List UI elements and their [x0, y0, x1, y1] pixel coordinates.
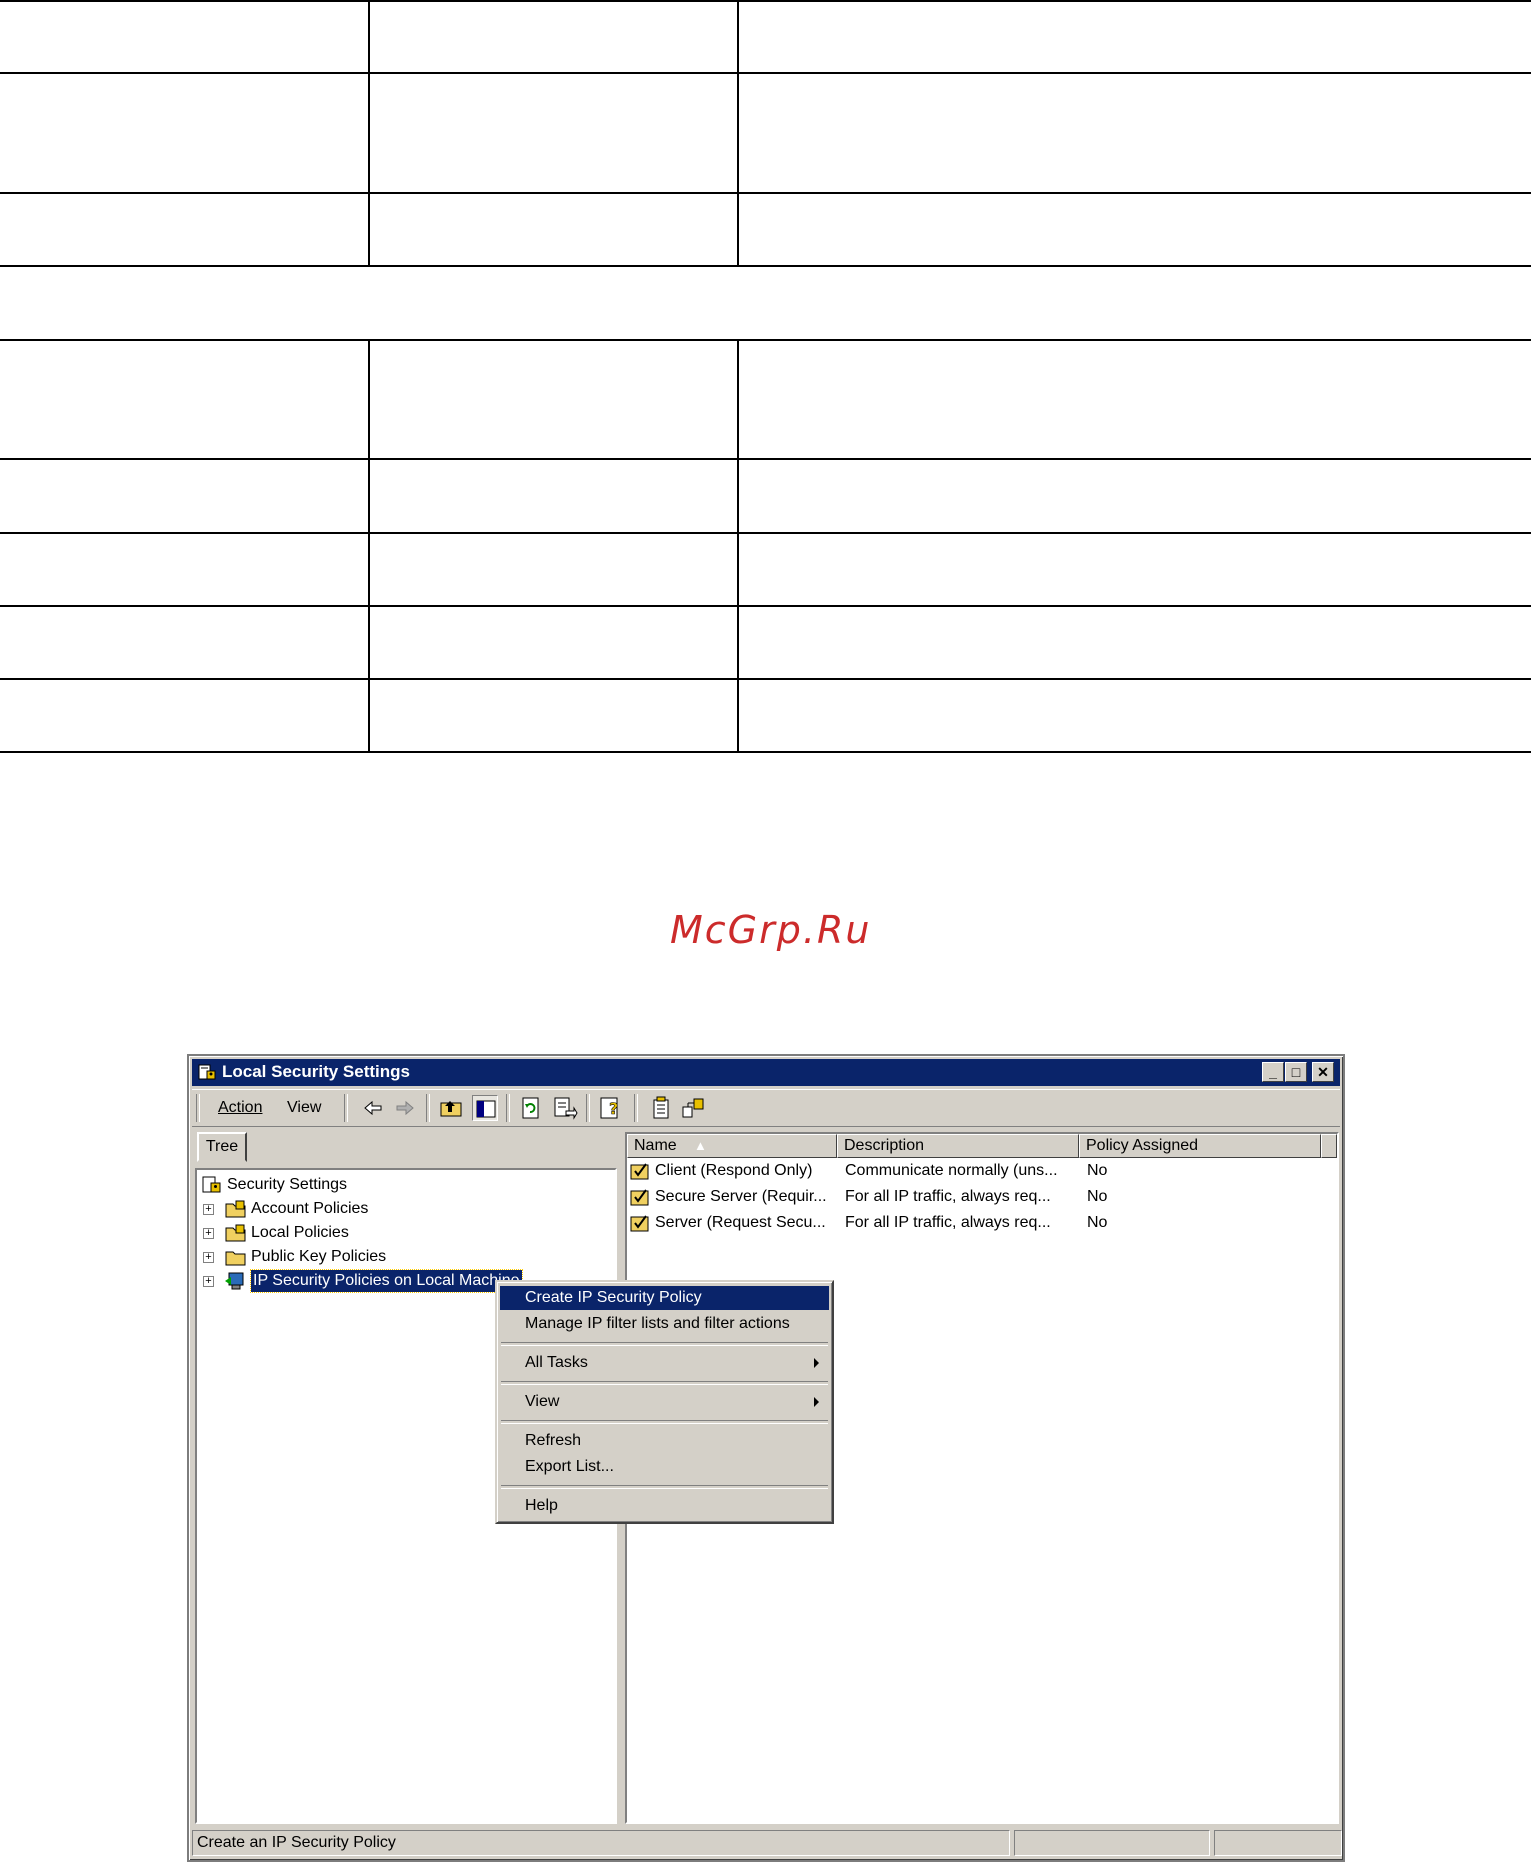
window-title: Local Security Settings — [222, 1062, 410, 1081]
list-item[interactable]: Server (Request Secu... For all IP traff… — [627, 1212, 1337, 1236]
minimize-button[interactable]: _ — [1262, 1062, 1284, 1082]
menu-separator — [501, 1420, 828, 1424]
column-label: Name — [634, 1137, 677, 1154]
folder-lock-icon — [225, 1224, 246, 1242]
table-rule — [0, 265, 1531, 267]
status-bar: Create an IP Security Policy — [192, 1827, 1342, 1857]
tree-item-account-policies[interactable]: + Account Policies — [201, 1198, 601, 1220]
folder-lock-icon — [225, 1200, 246, 1218]
tab-tree[interactable]: Tree — [197, 1132, 247, 1162]
column-header-description[interactable]: Description — [837, 1134, 1079, 1158]
column-header-filler — [1321, 1134, 1337, 1158]
submenu-arrow-icon — [814, 1397, 819, 1407]
menu-separator — [501, 1485, 828, 1489]
menu-item-all-tasks[interactable]: All Tasks — [500, 1351, 829, 1375]
status-cell-3 — [1214, 1830, 1342, 1856]
tree-item-label: IP Security Policies on Local Machine — [250, 1269, 523, 1293]
create-policy-icon[interactable] — [648, 1095, 674, 1121]
help-icon[interactable]: ? — [598, 1095, 624, 1121]
policy-icon — [630, 1215, 649, 1232]
refresh-icon[interactable] — [518, 1095, 544, 1121]
tree-item-public-key-policies[interactable]: + Public Key Policies — [201, 1246, 601, 1268]
menu-item-manage-ip-filter-lists[interactable]: Manage IP filter lists and filter action… — [500, 1312, 829, 1336]
tree-item-label: Local Policies — [251, 1224, 349, 1241]
toolbar-separator — [634, 1094, 638, 1122]
tree-item-local-policies[interactable]: + Local Policies — [201, 1222, 601, 1244]
policy-icon — [630, 1163, 649, 1180]
table-column-rule — [368, 0, 370, 267]
table-rule — [0, 678, 1531, 680]
menu-separator — [501, 1381, 828, 1385]
tree-item-label: Account Policies — [251, 1200, 369, 1217]
close-button[interactable]: ✕ — [1312, 1062, 1334, 1082]
up-one-level-icon[interactable] — [438, 1095, 464, 1121]
list-item[interactable]: Secure Server (Requir... For all IP traf… — [627, 1186, 1337, 1210]
table-rule — [0, 72, 1531, 74]
status-cell-2 — [1014, 1830, 1210, 1856]
cell-policy-assigned: No — [1087, 1214, 1108, 1231]
menu-item-help[interactable]: Help — [500, 1494, 829, 1518]
forward-icon[interactable] — [392, 1095, 418, 1121]
menu-item-create-ip-security-policy[interactable]: Create IP Security Policy — [500, 1286, 829, 1310]
status-text: Create an IP Security Policy — [192, 1830, 1010, 1856]
menu-item-refresh[interactable]: Refresh — [500, 1429, 829, 1453]
local-security-settings-icon — [198, 1064, 216, 1080]
expand-icon[interactable]: + — [203, 1204, 214, 1215]
export-list-icon[interactable] — [552, 1095, 578, 1121]
maximize-button[interactable]: □ — [1285, 1062, 1307, 1082]
show-hide-tree-icon[interactable] — [472, 1095, 498, 1121]
toolbar-separator — [586, 1094, 590, 1122]
cell-name: Client (Respond Only) — [655, 1162, 813, 1179]
table-rule — [0, 0, 1531, 2]
toolbar-grip — [196, 1094, 200, 1122]
cell-name: Secure Server (Requir... — [655, 1188, 827, 1205]
list-item[interactable]: Client (Respond Only) Communicate normal… — [627, 1160, 1337, 1184]
action-menu[interactable]: Action — [218, 1099, 262, 1117]
title-bar[interactable]: Local Security Settings _ □ ✕ — [192, 1059, 1340, 1086]
context-menu: Create IP Security Policy Manage IP filt… — [495, 1280, 834, 1524]
table-rule — [0, 458, 1531, 460]
expand-icon[interactable]: + — [203, 1276, 214, 1287]
table-rule — [0, 751, 1531, 753]
expand-icon[interactable]: + — [203, 1228, 214, 1239]
menu-item-view[interactable]: View — [500, 1390, 829, 1414]
table-rule — [0, 605, 1531, 607]
menu-item-label: View — [525, 1393, 560, 1410]
table-column-rule — [368, 339, 370, 753]
cell-description: For all IP traffic, always req... — [845, 1188, 1051, 1205]
sort-ascending-icon: ▲ — [694, 1138, 707, 1153]
expand-icon[interactable]: + — [203, 1252, 214, 1263]
security-settings-icon — [202, 1176, 221, 1193]
tree-item-label: Public Key Policies — [251, 1248, 387, 1265]
toolbar-separator — [344, 1094, 348, 1122]
menu-item-export-list[interactable]: Export List... — [500, 1455, 829, 1479]
cell-name: Server (Request Secu... — [655, 1214, 826, 1231]
toolbar-separator — [426, 1094, 430, 1122]
menu-separator — [501, 1342, 828, 1346]
table-column-rule — [737, 0, 739, 267]
view-menu[interactable]: View — [287, 1099, 321, 1117]
cell-description: Communicate normally (uns... — [845, 1162, 1058, 1179]
policy-icon — [630, 1189, 649, 1206]
table-rule — [0, 339, 1531, 341]
back-icon[interactable] — [360, 1095, 386, 1121]
cell-policy-assigned: No — [1087, 1162, 1108, 1179]
table-rule — [0, 192, 1531, 194]
column-header-policy-assigned[interactable]: Policy Assigned — [1079, 1134, 1321, 1158]
folder-icon — [225, 1251, 246, 1266]
svg-text:?: ? — [609, 1099, 618, 1118]
toolbar: Action View ? — [192, 1089, 1340, 1127]
cell-description: For all IP traffic, always req... — [845, 1214, 1051, 1231]
ip-security-policy-icon — [225, 1272, 244, 1290]
submenu-arrow-icon — [814, 1358, 819, 1368]
watermark: McGrp.Ru — [670, 908, 872, 952]
table-column-rule — [737, 339, 739, 753]
cell-policy-assigned: No — [1087, 1188, 1108, 1205]
table-rule — [0, 532, 1531, 534]
menu-item-label: All Tasks — [525, 1354, 588, 1371]
tree-item-label: Security Settings — [227, 1176, 348, 1193]
column-header-name[interactable]: Name ▲ — [627, 1134, 837, 1158]
manage-filters-icon[interactable] — [680, 1095, 706, 1121]
toolbar-separator — [506, 1094, 510, 1122]
